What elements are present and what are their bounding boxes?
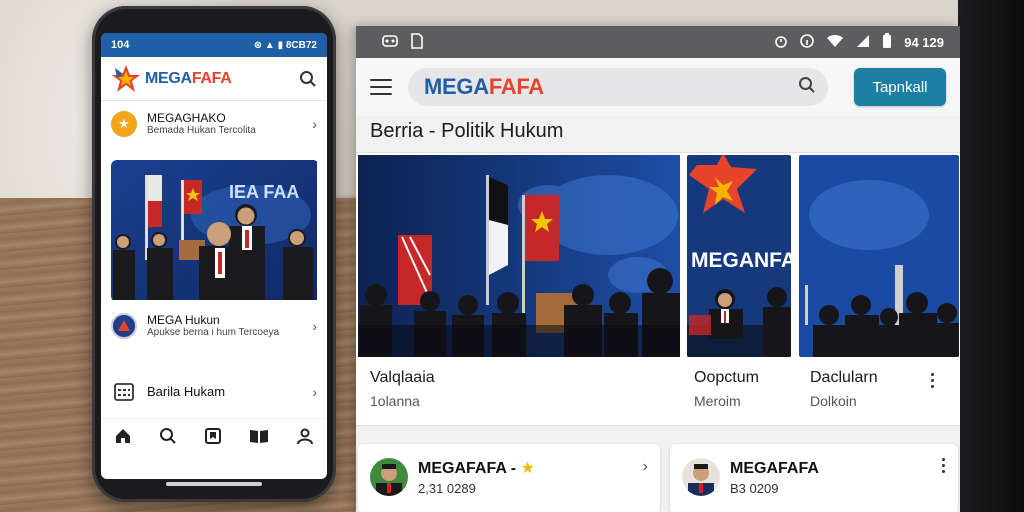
news-card[interactable]: MEGAFAFA - ★ 2,31 0289 › <box>358 444 660 512</box>
card-title: Oopctum <box>694 369 759 386</box>
tablet-app-bar: MEGAFAFA Tapnkall <box>356 58 960 116</box>
section-title: Berria - Politik Hukum <box>370 120 564 142</box>
list-item-title: MEGAGHAKO <box>147 110 226 125</box>
card-subtitle: Dolkoin <box>810 393 857 409</box>
list-item-title: Barila Hukam <box>147 384 226 400</box>
background-device-edge <box>958 0 1024 512</box>
calculator-icon <box>111 379 137 405</box>
phone-status-icons: ⊗ ▲ ▮ 8CB72 <box>253 39 317 51</box>
phone-brand-name: MEGAFAFA <box>145 69 232 87</box>
featured-card-image[interactable] <box>358 155 680 357</box>
chevron-right-icon: › <box>312 318 317 334</box>
avatar <box>370 458 408 496</box>
chevron-right-icon: › <box>642 458 648 475</box>
home-icon[interactable] <box>114 427 132 450</box>
award-icon: ★ <box>111 111 137 137</box>
news-date: B3 0209 <box>730 480 779 496</box>
news-title: MEGAFAFA <box>730 460 819 477</box>
info-icon <box>800 33 815 51</box>
search-bar[interactable]: MEGAFAFA <box>408 68 828 106</box>
search-icon[interactable] <box>159 427 177 450</box>
list-item-subtitle: Bemada Hukan Tercolita <box>147 125 256 137</box>
featured-card-image[interactable]: MEGANFA <box>687 155 791 357</box>
tablet-brand-name: MEGAFAFA <box>424 74 544 99</box>
featured-card-image[interactable] <box>799 155 959 357</box>
chevron-right-icon: › <box>312 116 317 132</box>
list-item-subtitle: Apukse berna i hum Tercoeya <box>147 327 280 339</box>
hukum-logo-icon <box>111 313 137 339</box>
phone-status-bar: 104 ⊗ ▲ ▮ 8CB72 <box>101 33 327 57</box>
alarm-icon <box>774 34 788 51</box>
megafafa-logo-icon <box>111 64 141 94</box>
wifi-icon <box>826 34 844 51</box>
svg-text:MEGANFA: MEGANFA <box>691 249 791 272</box>
news-date: 2,31 0289 <box>418 480 476 496</box>
phone-bottom-nav <box>101 418 327 458</box>
avatar <box>682 458 720 496</box>
gamepad-icon <box>382 33 398 52</box>
battery-icon <box>882 32 892 52</box>
file-icon <box>410 32 424 52</box>
phone-list-item[interactable]: ★ MEGAGHAKO Bemada Hukan Tercolita › <box>101 101 327 147</box>
news-title: MEGAFAFA - ★ <box>418 460 535 477</box>
phone-list-item[interactable]: Barila Hukam › <box>101 370 327 414</box>
primary-action-button[interactable]: Tapnkall <box>854 68 946 106</box>
phone-app-header: MEGAFAFA <box>101 57 327 101</box>
library-icon[interactable] <box>249 427 269 450</box>
star-icon: ★ <box>520 460 535 477</box>
more-options-icon[interactable] <box>929 373 935 388</box>
news-card[interactable]: MEGAFAFA B3 0209 <box>670 444 958 512</box>
profile-icon[interactable] <box>296 427 314 450</box>
chevron-right-icon: › <box>312 384 317 400</box>
featured-carousel: MEGANFA Valqlaaia 1olanna Oopctum Meroim… <box>356 152 960 426</box>
phone-home-indicator <box>166 482 262 486</box>
phone-news-image[interactable]: IEA FAA <box>111 160 319 302</box>
card-title: Valqlaaia <box>370 369 435 386</box>
card-title: Daclularn <box>810 369 878 386</box>
list-item-title: MEGA Hukun <box>147 312 220 327</box>
tablet-status-bar: 94 129 <box>356 26 960 58</box>
search-icon[interactable] <box>798 76 816 99</box>
card-subtitle: Meroim <box>694 393 741 409</box>
card-subtitle: 1olanna <box>370 393 420 409</box>
phone-list-item[interactable]: MEGA Hukun Apukse berna i hum Tercoeya › <box>101 304 327 348</box>
tablet-status-time: 94 129 <box>904 34 944 50</box>
bookmark-icon[interactable] <box>204 427 222 450</box>
search-icon[interactable] <box>299 70 317 88</box>
more-options-icon[interactable] <box>940 458 946 473</box>
menu-icon[interactable] <box>370 79 392 95</box>
svg-text:IEA FAA: IEA FAA <box>229 182 299 202</box>
phone-status-time: 104 <box>111 39 130 51</box>
signal-icon <box>856 34 870 51</box>
tablet-screen: 94 129 MEGAFAFA Tapnkall Berria - Politi… <box>356 26 960 512</box>
